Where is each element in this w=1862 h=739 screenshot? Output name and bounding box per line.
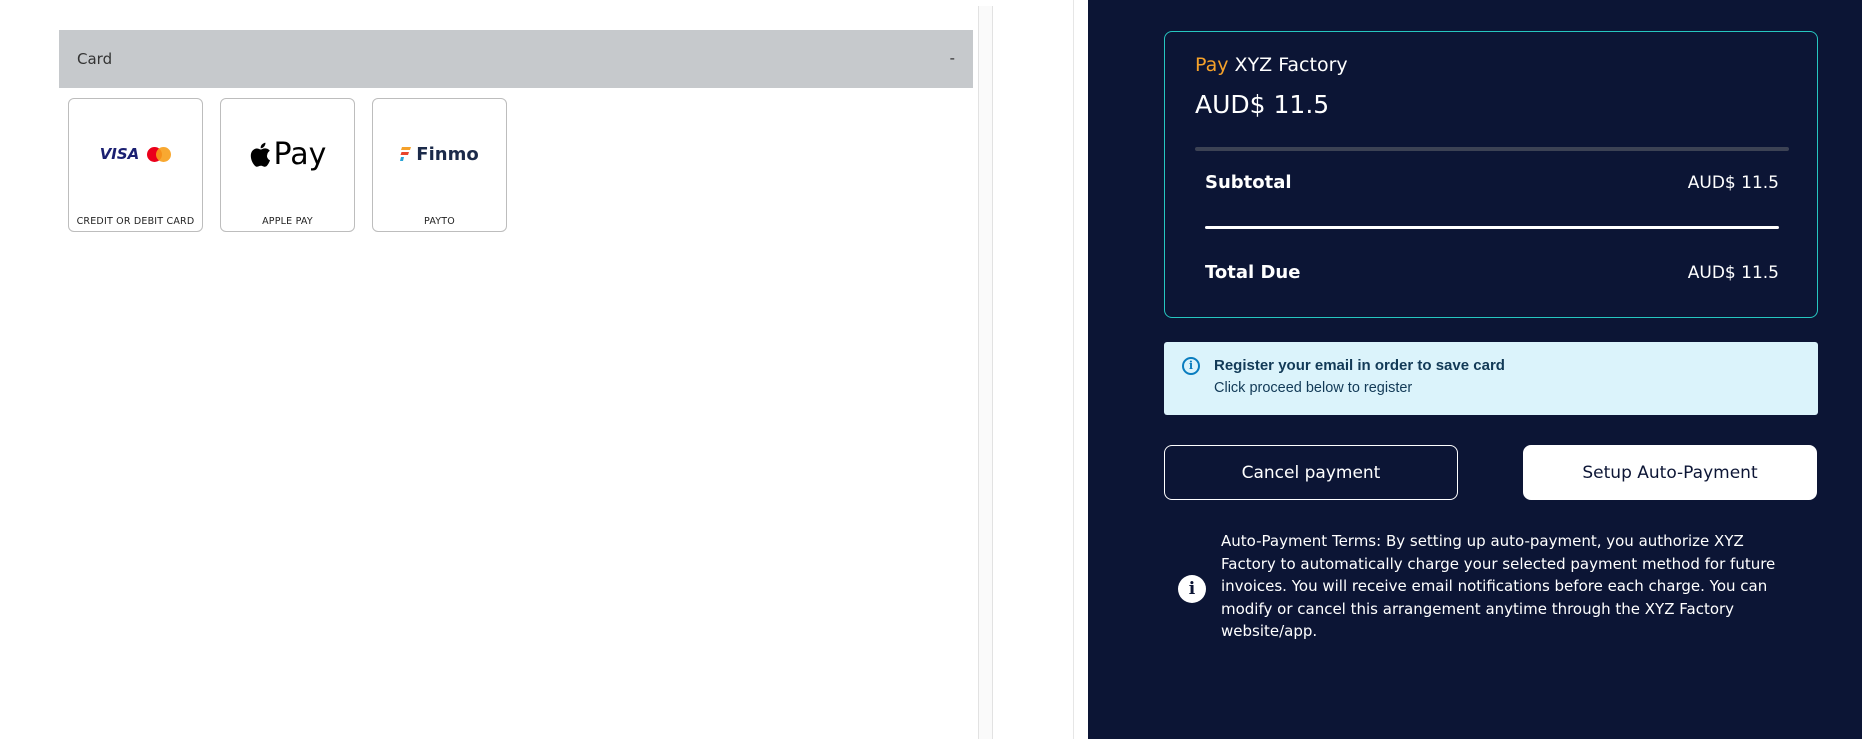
divider	[1073, 0, 1074, 739]
apple-pay-wordmark: Pay	[273, 136, 327, 172]
apple-icon	[250, 142, 270, 167]
checkout-summary-pane: Pay XYZ Factory AUD$ 11.5 Subtotal AUD$ …	[1088, 0, 1862, 739]
divider	[1195, 147, 1789, 151]
payment-methods-pane: Card - VISA CREDIT OR DEBIT CARD Pay APP…	[0, 0, 1088, 739]
finmo-icon	[400, 147, 412, 161]
pay-label: Pay	[1195, 54, 1229, 76]
setup-auto-payment-button[interactable]: Setup Auto-Payment	[1523, 445, 1817, 500]
payment-method-caption: CREDIT OR DEBIT CARD	[76, 216, 195, 227]
auto-payment-terms: Auto-Payment Terms: By setting up auto-p…	[1221, 532, 1776, 640]
subtotal-row: Subtotal AUD$ 11.5	[1205, 172, 1779, 193]
payment-method-card[interactable]: VISA CREDIT OR DEBIT CARD	[68, 98, 203, 232]
cancel-payment-button[interactable]: Cancel payment	[1164, 445, 1458, 500]
collapse-toggle-icon[interactable]: -	[950, 50, 955, 68]
subtotal-label: Subtotal	[1205, 172, 1292, 193]
payment-method-payto[interactable]: Finmo PAYTO	[372, 98, 507, 232]
accordion-title: Card	[77, 50, 113, 68]
mastercard-icon	[147, 146, 172, 162]
order-summary-card: Pay XYZ Factory AUD$ 11.5 Subtotal AUD$ …	[1164, 31, 1818, 318]
total-row: Total Due AUD$ 11.5	[1205, 262, 1779, 283]
total-label: Total Due	[1205, 262, 1301, 283]
payment-method-caption: APPLE PAY	[262, 216, 313, 227]
banner-title: Register your email in order to save car…	[1214, 357, 1505, 374]
total-value: AUD$ 11.5	[1687, 262, 1779, 283]
register-email-banner: i Register your email in order to save c…	[1164, 342, 1818, 415]
subtotal-value: AUD$ 11.5	[1687, 172, 1779, 193]
card-accordion-header[interactable]: Card -	[59, 30, 973, 88]
pay-merchant-heading: Pay XYZ Factory	[1195, 54, 1348, 76]
finmo-logo: Finmo	[373, 99, 506, 209]
finmo-wordmark: Finmo	[416, 143, 479, 165]
info-icon: i	[1182, 357, 1200, 375]
banner-subtitle: Click proceed below to register	[1214, 380, 1413, 396]
apple-pay-logo: Pay	[221, 99, 354, 209]
card-brand-logos: VISA	[69, 99, 202, 209]
merchant-name: XYZ Factory	[1234, 54, 1348, 76]
visa-icon: VISA	[99, 145, 140, 163]
divider	[1205, 226, 1779, 229]
payment-method-caption: PAYTO	[424, 216, 455, 227]
scrollbar-track[interactable]	[978, 6, 993, 739]
payment-method-applepay[interactable]: Pay APPLE PAY	[220, 98, 355, 232]
info-icon: i	[1178, 575, 1206, 603]
payment-amount: AUD$ 11.5	[1195, 90, 1330, 119]
